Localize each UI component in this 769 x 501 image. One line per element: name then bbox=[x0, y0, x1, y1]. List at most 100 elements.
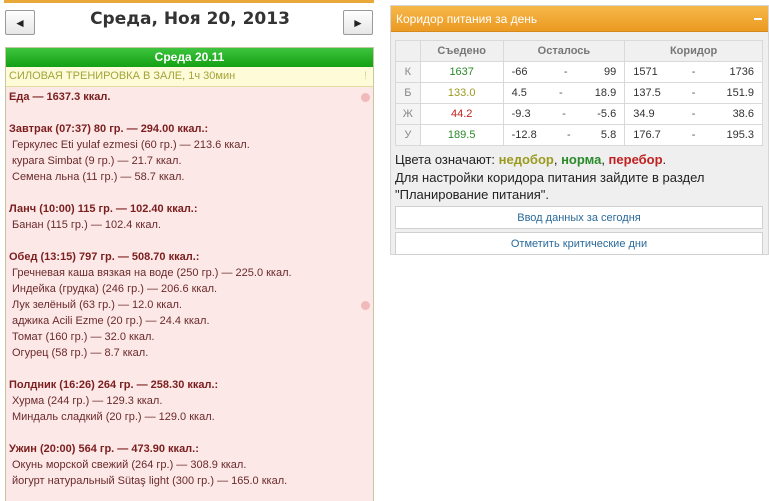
corridor-range: 1571 - 1736 bbox=[624, 61, 763, 83]
settings-hint: Для настройки коридора питания зайдите в… bbox=[395, 169, 768, 203]
top-accent-line bbox=[4, 0, 374, 3]
table-row: Б 133.0 4.5 - 18.9 137.5 - 151.9 bbox=[395, 82, 763, 104]
range-dash: - bbox=[563, 66, 568, 78]
eaten-value: 44.2 bbox=[419, 103, 504, 125]
meal-title-dinner[interactable]: Обед (13:15) 797 гр. — 508.70 ккал.: bbox=[9, 249, 370, 265]
row-label: К bbox=[395, 61, 421, 83]
table-header-row: Съедено Осталось Коридор bbox=[395, 40, 763, 62]
enter-today-data-button[interactable]: Ввод данных за сегодня bbox=[395, 206, 763, 229]
list-item: йогурт натуральный Sütaş light (300 гр.)… bbox=[12, 475, 288, 487]
circle-icon[interactable] bbox=[361, 93, 370, 102]
corridor-range: 34.9 - 38.6 bbox=[624, 103, 763, 125]
corridor-min: 1571 bbox=[633, 66, 658, 78]
remaining-max: 5.8 bbox=[600, 129, 617, 141]
list-item: Миндаль сладкий (20 гр.) — 129.0 ккал. bbox=[12, 411, 215, 423]
corridor-min: 137.5 bbox=[633, 87, 661, 99]
panel-title: Коридор питания за день bbox=[391, 6, 768, 32]
row-label: Б bbox=[395, 82, 421, 104]
list-item: Томат (160 гр.) — 32.0 ккал. bbox=[12, 331, 155, 343]
list-item: Гречневая каша вязкая на воде (250 гр.) … bbox=[12, 267, 292, 279]
legend-over: перебор bbox=[608, 152, 663, 167]
corridor-panel: Коридор питания за день Съедено Осталось… bbox=[390, 5, 769, 255]
corridor-max: 1736 bbox=[729, 66, 754, 78]
food-total: Еда — 1637.3 ккал. bbox=[9, 91, 111, 103]
list-item: аджика Acili Ezme (20 гр.) — 24.4 ккал. bbox=[12, 315, 210, 327]
remaining-max: 99 bbox=[603, 66, 617, 78]
range-dash: - bbox=[691, 66, 696, 78]
corridor-min: 176.7 bbox=[633, 129, 661, 141]
list-item: Огурец (58 гр.) — 8.7 ккал. bbox=[12, 347, 149, 359]
remaining-min: -12.8 bbox=[511, 129, 537, 141]
range-dash: - bbox=[562, 108, 566, 120]
corridor-range: 176.7 - 195.3 bbox=[624, 124, 763, 146]
corridor-max: 195.3 bbox=[726, 129, 754, 141]
header-remaining: Осталось bbox=[502, 40, 626, 62]
corridor-min: 34.9 bbox=[633, 108, 655, 120]
day-card: Среда 20.11 СИЛОВАЯ ТРЕНИРОВКА В ЗАЛЕ, 1… bbox=[5, 47, 374, 501]
list-item: Геркулес Eti yulaf ezmesi (60 гр.) — 213… bbox=[12, 139, 250, 151]
list-item: Банан (115 гр.) — 102.4 ккал. bbox=[12, 219, 161, 231]
circle-icon[interactable] bbox=[361, 301, 370, 310]
remaining-range: 4.5 - 18.9 bbox=[502, 82, 626, 104]
list-item: Семена льна (11 гр.) — 58.7 ккал. bbox=[12, 171, 185, 183]
legend-prefix: Цвета означают: bbox=[395, 152, 499, 167]
header-empty bbox=[395, 40, 421, 62]
previous-day-button[interactable]: ◄ bbox=[5, 10, 35, 35]
remaining-range: -66 - 99 bbox=[502, 61, 626, 83]
table-row: К 1637 -66 - 99 1571 - 1736 bbox=[395, 61, 763, 83]
range-dash: - bbox=[691, 87, 696, 99]
remaining-range: -9.3 - -5.6 bbox=[502, 103, 626, 125]
meal-list: Еда — 1637.3 ккал. Завтрак (07:37) 80 гр… bbox=[6, 87, 373, 491]
legend-under: недобор bbox=[498, 152, 554, 167]
meal-title-lunch[interactable]: Ланч (10:00) 115 гр. — 102.40 ккал.: bbox=[9, 201, 370, 217]
eaten-value: 1637 bbox=[419, 61, 504, 83]
corridor-max: 38.6 bbox=[732, 108, 754, 120]
header-eaten: Съедено bbox=[419, 40, 504, 62]
workout-label: СИЛОВАЯ ТРЕНИРОВКА В ЗАЛЕ, 1ч 30мин bbox=[9, 70, 236, 82]
remaining-min: 4.5 bbox=[511, 87, 527, 99]
list-item: Индейка (грудка) (246 гр.) — 206.6 ккал. bbox=[12, 283, 218, 295]
range-dash: - bbox=[691, 108, 696, 120]
next-day-button[interactable]: ► bbox=[343, 10, 373, 35]
meal-title-supper[interactable]: Ужин (20:00) 564 гр. — 473.90 ккал.: bbox=[9, 441, 370, 457]
collapse-icon[interactable] bbox=[754, 18, 762, 20]
table-row: Ж 44.2 -9.3 - -5.6 34.9 - 38.6 bbox=[395, 103, 763, 125]
meal-title-snack[interactable]: Полдник (16:26) 264 гр. — 258.30 ккал.: bbox=[9, 377, 370, 393]
eaten-value: 133.0 bbox=[419, 82, 504, 104]
settings-hint-line: Для настройки коридора питания зайдите в… bbox=[395, 170, 705, 185]
range-dash: - bbox=[691, 129, 696, 141]
meal-title-breakfast[interactable]: Завтрак (07:37) 80 гр. — 294.00 ккал.: bbox=[9, 121, 370, 137]
remaining-max: 18.9 bbox=[594, 87, 617, 99]
corridor-max: 151.9 bbox=[726, 87, 754, 99]
legend-norm: норма bbox=[561, 152, 602, 167]
remaining-min: -9.3 bbox=[511, 108, 531, 120]
table-row: У 189.5 -12.8 - 5.8 176.7 - 195.3 bbox=[395, 124, 763, 146]
eaten-value: 189.5 bbox=[419, 124, 504, 146]
list-item: Хурма (244 гр.) — 129.3 ккал. bbox=[12, 395, 163, 407]
settings-hint-line: "Планирование питания". bbox=[395, 187, 549, 202]
list-item: курага Simbat (9 гр.) — 21.7 ккал. bbox=[12, 155, 182, 167]
corridor-range: 137.5 - 151.9 bbox=[624, 82, 763, 104]
row-label: У bbox=[395, 124, 421, 146]
legend-end: . bbox=[662, 152, 667, 167]
workout-entry[interactable]: СИЛОВАЯ ТРЕНИРОВКА В ЗАЛЕ, 1ч 30мин ! bbox=[6, 67, 373, 87]
workout-warning-icon: ! bbox=[363, 70, 367, 82]
header-corridor: Коридор bbox=[624, 40, 763, 62]
legend-sep: , bbox=[553, 152, 562, 167]
day-header: Среда 20.11 bbox=[6, 48, 373, 67]
list-item: Окунь морской свежий (264 гр.) — 308.9 к… bbox=[12, 459, 247, 471]
row-label: Ж bbox=[395, 103, 421, 125]
range-dash: - bbox=[559, 87, 563, 99]
remaining-max: -5.6 bbox=[597, 108, 617, 120]
color-legend: Цвета означают: недобор, норма, перебор. bbox=[395, 152, 768, 167]
date-title: Среда, Ноя 20, 2013 bbox=[90, 9, 290, 29]
range-dash: - bbox=[566, 129, 571, 141]
list-item: Лук зелёный (63 гр.) — 12.0 ккал. bbox=[12, 299, 182, 311]
corridor-table: Съедено Осталось Коридор К 1637 -66 - 99 1571… bbox=[395, 40, 763, 146]
remaining-min: -66 bbox=[511, 66, 528, 78]
legend-sep: , bbox=[601, 152, 609, 167]
panel-title-label: Коридор питания за день bbox=[396, 12, 538, 26]
remaining-range: -12.8 - 5.8 bbox=[502, 124, 626, 146]
day-diary: ◄ Среда, Ноя 20, 2013 ► Среда 20.11 СИЛО… bbox=[0, 0, 378, 501]
mark-critical-days-button[interactable]: Отметить критические дни bbox=[395, 232, 763, 255]
